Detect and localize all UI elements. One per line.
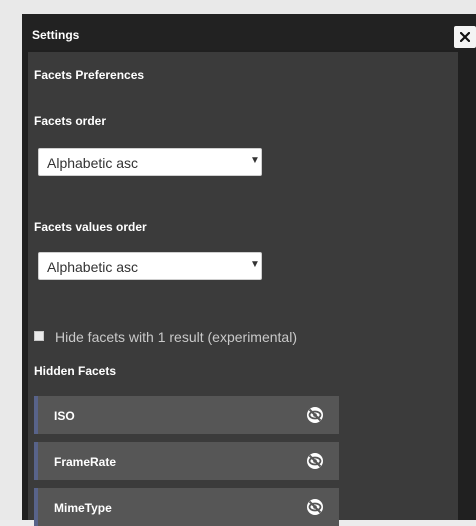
section-title: Facets Preferences — [34, 68, 145, 82]
dialog-title: Settings — [32, 28, 80, 42]
facets-values-order-select[interactable]: Alphabetic asc ▼ — [38, 252, 262, 280]
hidden-facet-item[interactable]: ISO — [34, 396, 339, 434]
hidden-facet-label: ISO — [54, 409, 75, 423]
eye-slash-icon[interactable] — [306, 406, 324, 424]
hidden-facet-item[interactable]: MimeType — [34, 488, 339, 526]
hidden-facet-item[interactable]: FrameRate — [34, 442, 339, 480]
hidden-facets-title: Hidden Facets — [34, 364, 117, 378]
facets-order-value: Alphabetic asc — [47, 155, 139, 171]
hide-single-result-checkbox[interactable] — [34, 331, 44, 341]
eye-slash-icon[interactable] — [306, 498, 324, 516]
chevron-down-icon: ▼ — [250, 259, 260, 270]
close-button[interactable] — [454, 26, 476, 48]
facets-preferences-panel: Facets Preferences Facets order Alphabet… — [28, 52, 458, 526]
dialog-titlebar: Settings — [22, 14, 476, 50]
hidden-facet-label: MimeType — [54, 501, 112, 515]
facets-order-select[interactable]: Alphabetic asc ▼ — [38, 148, 262, 176]
settings-dialog: Settings Facets Preferences Facets order… — [22, 14, 476, 526]
facets-values-order-value: Alphabetic asc — [47, 259, 139, 275]
eye-slash-icon[interactable] — [306, 452, 324, 470]
close-icon — [460, 32, 470, 42]
hidden-facet-label: FrameRate — [54, 455, 117, 469]
facets-values-order-label: Facets values order — [34, 220, 147, 234]
hide-single-result-label: Hide facets with 1 result (experimental) — [55, 329, 297, 345]
facets-order-label: Facets order — [34, 114, 107, 128]
chevron-down-icon: ▼ — [250, 155, 260, 166]
